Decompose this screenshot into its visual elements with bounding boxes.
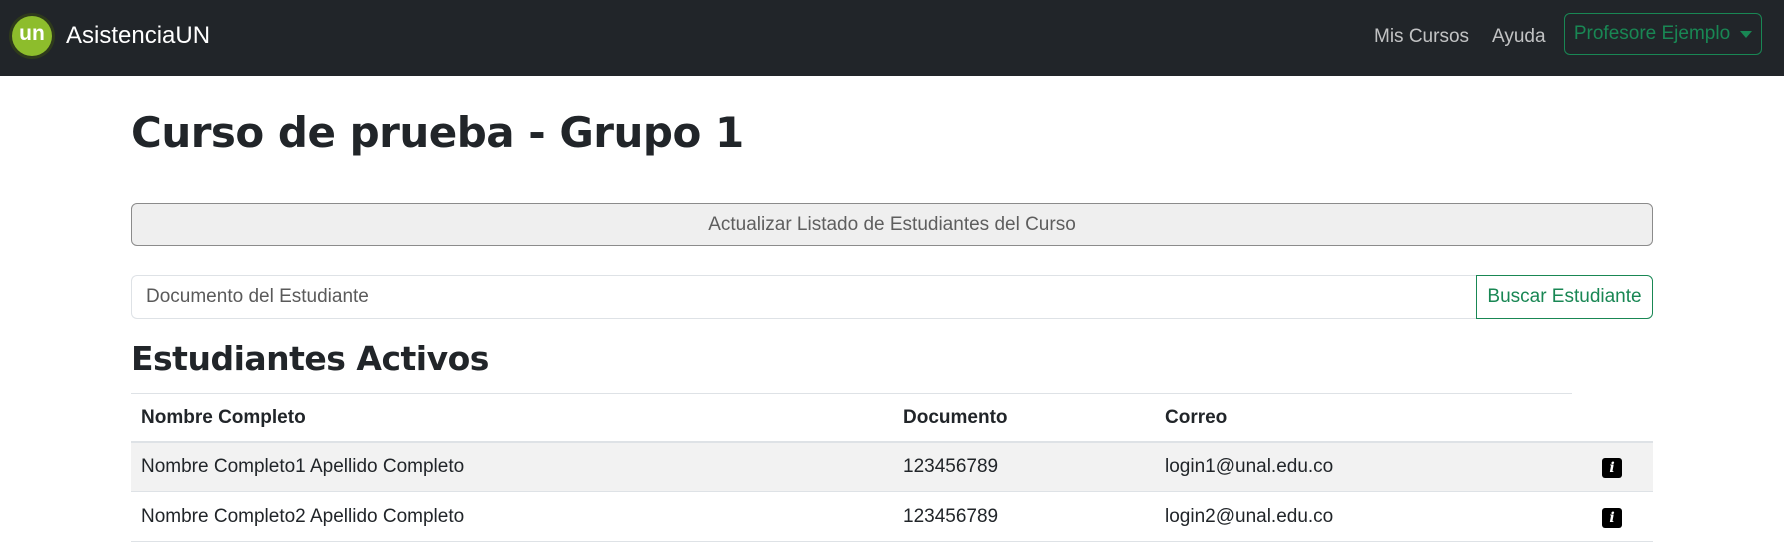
logo-text: un <box>19 22 45 45</box>
info-icon[interactable]: i <box>1602 508 1622 528</box>
student-document-input[interactable] <box>131 275 1478 319</box>
nav-ayuda[interactable]: Ayuda <box>1492 26 1546 48</box>
table-header-row: Nombre Completo Documento Correo <box>131 394 1653 443</box>
column-header-name: Nombre Completo <box>141 406 306 428</box>
user-menu-label: Profesore Ejemplo <box>1573 23 1731 44</box>
student-name: Nombre Completo1 Apellido Completo <box>141 456 465 477</box>
update-students-button[interactable]: Actualizar Listado de Estudiantes del Cu… <box>131 203 1653 246</box>
student-document: 123456789 <box>903 456 999 477</box>
top-navbar: un AsistenciaUN Mis Cursos Ayuda Profeso… <box>0 0 1784 76</box>
brand-name[interactable]: AsistenciaUN <box>66 22 210 50</box>
info-icon[interactable]: i <box>1602 458 1622 478</box>
un-logo[interactable]: un <box>12 16 52 56</box>
table-row: Nombre Completo2 Apellido Completo 12345… <box>131 493 1653 542</box>
column-header-document: Documento <box>903 406 1008 428</box>
chevron-down-icon <box>1740 30 1753 38</box>
page-title: Curso de prueba - Grupo 1 <box>131 108 744 157</box>
student-email: login1@unal.edu.co <box>1165 456 1334 477</box>
student-document: 123456789 <box>903 506 999 527</box>
search-student-button[interactable]: Buscar Estudiante <box>1476 275 1653 319</box>
table-row: Nombre Completo1 Apellido Completo 12345… <box>131 443 1653 492</box>
student-name: Nombre Completo2 Apellido Completo <box>141 506 465 527</box>
student-email: login2@unal.edu.co <box>1165 506 1334 527</box>
user-menu-button[interactable]: Profesore Ejemplo <box>1564 13 1762 55</box>
active-students-title: Estudiantes Activos <box>131 339 489 378</box>
column-header-email: Correo <box>1165 406 1228 428</box>
nav-mis-cursos[interactable]: Mis Cursos <box>1374 26 1469 48</box>
